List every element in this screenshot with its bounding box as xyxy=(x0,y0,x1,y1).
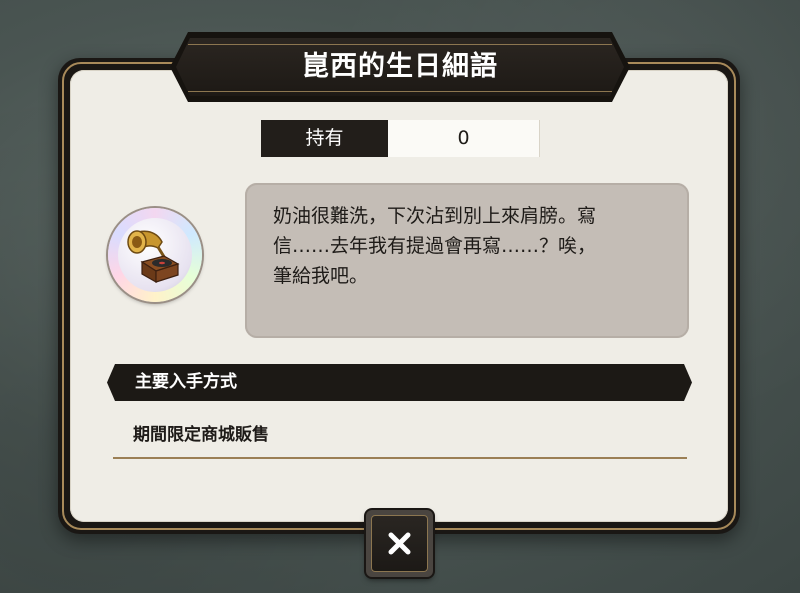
description-text: 奶油很難洗，下次沾到別上來肩膀。寫 信……去年我有提過會再寫……？唉， 筆給我吧… xyxy=(273,205,597,287)
close-icon xyxy=(388,532,411,555)
owned-value: 0 xyxy=(388,120,540,157)
close-button-inner xyxy=(371,515,428,572)
description-box: 奶油很難洗，下次沾到別上來肩膀。寫 信……去年我有提過會再寫……？唉， 筆給我吧… xyxy=(245,183,689,338)
item-badge-inner xyxy=(118,218,192,292)
gramophone-icon xyxy=(127,230,180,284)
close-button[interactable] xyxy=(366,510,433,577)
page-title: 崑西的生日細語 xyxy=(302,51,498,82)
owned-count-row: 持有 0 xyxy=(261,120,540,157)
item-badge xyxy=(108,208,202,302)
owned-label: 持有 xyxy=(261,120,388,157)
acquisition-header: 主要入手方式 xyxy=(135,372,237,392)
divider xyxy=(113,457,687,459)
acquisition-method: 期間限定商城販售 xyxy=(133,425,269,445)
